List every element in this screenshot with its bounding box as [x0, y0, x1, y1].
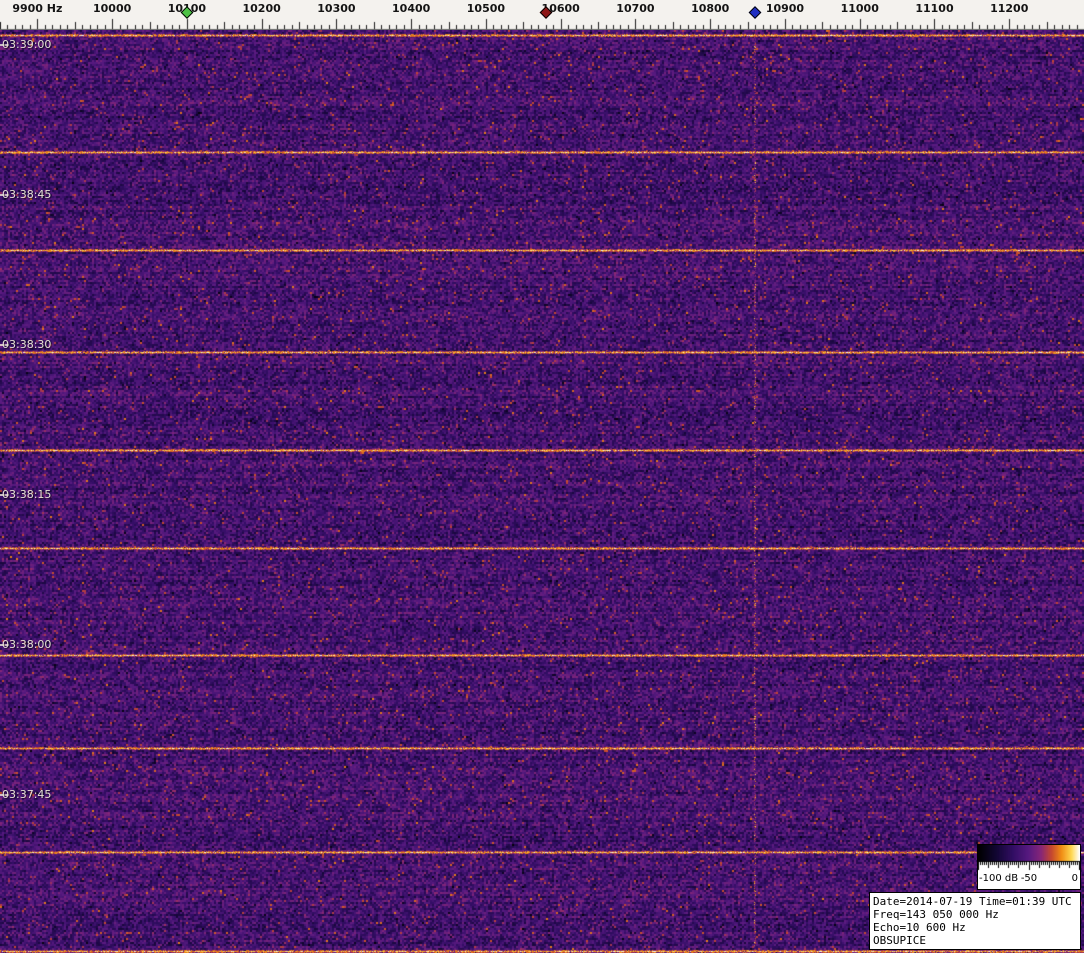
colorbar-max-label: 0 — [1072, 873, 1078, 884]
time-tick-label-03-39-00: 03:39:00 — [2, 38, 51, 51]
freq-tick-label-11100: 11100 — [915, 2, 953, 15]
waterfall-display: 03:39:00 03:38:45 03:38:30 03:38:15 03:38:00… — [0, 30, 1084, 953]
colorbar-min-label: -100 dB — [979, 873, 1018, 884]
freq-tick-label-10200: 10200 — [243, 2, 281, 15]
colorbar-mid-label: -50 — [1021, 873, 1037, 884]
info-date-time-line: Date=2014-07-19 Time=01:39 UTC — [873, 895, 1077, 908]
observation-info-box: Date=2014-07-19 Time=01:39 UTC Freq=143 … — [869, 892, 1081, 950]
freq-tick-label-10000: 10000 — [93, 2, 131, 15]
info-frequency-line: Freq=143 050 000 Hz — [873, 908, 1077, 921]
time-tick-label-03-38-00: 03:38:00 — [2, 638, 51, 651]
freq-tick-label-10900: 10900 — [766, 2, 804, 15]
freq-tick-label-10300: 10300 — [317, 2, 355, 15]
time-tick-label-03-38-30: 03:38:30 — [2, 338, 51, 351]
freq-tick-label-10400: 10400 — [392, 2, 430, 15]
freq-tick-label-9900: 9900 Hz — [12, 2, 62, 15]
colorbar-gradient-canvas — [978, 845, 1080, 871]
time-tick-label-03-38-15: 03:38:15 — [2, 488, 51, 501]
info-echo-line: Echo=10 600 Hz — [873, 921, 1077, 934]
freq-tick-label-10700: 10700 — [616, 2, 654, 15]
freq-tick-label-10500: 10500 — [467, 2, 505, 15]
amplitude-colorbar: -100 dB -50 0 — [977, 844, 1081, 890]
colorbar-scale-labels: -100 dB -50 0 — [978, 871, 1080, 888]
info-station-line: OBSUPICE — [873, 934, 1077, 947]
time-tick-label-03-38-45: 03:38:45 — [2, 188, 51, 201]
freq-tick-label-10800: 10800 — [691, 2, 729, 15]
freq-tick-label-11200: 11200 — [990, 2, 1028, 15]
spectrogram-window: 9900 Hz100001010010200103001040010500106… — [0, 0, 1084, 953]
frequency-ruler: 9900 Hz100001010010200103001040010500106… — [0, 0, 1084, 30]
freq-tick-label-11000: 11000 — [841, 2, 879, 15]
time-tick-label-03-37-45: 03:37:45 — [2, 788, 51, 801]
waterfall-canvas — [0, 30, 1084, 953]
